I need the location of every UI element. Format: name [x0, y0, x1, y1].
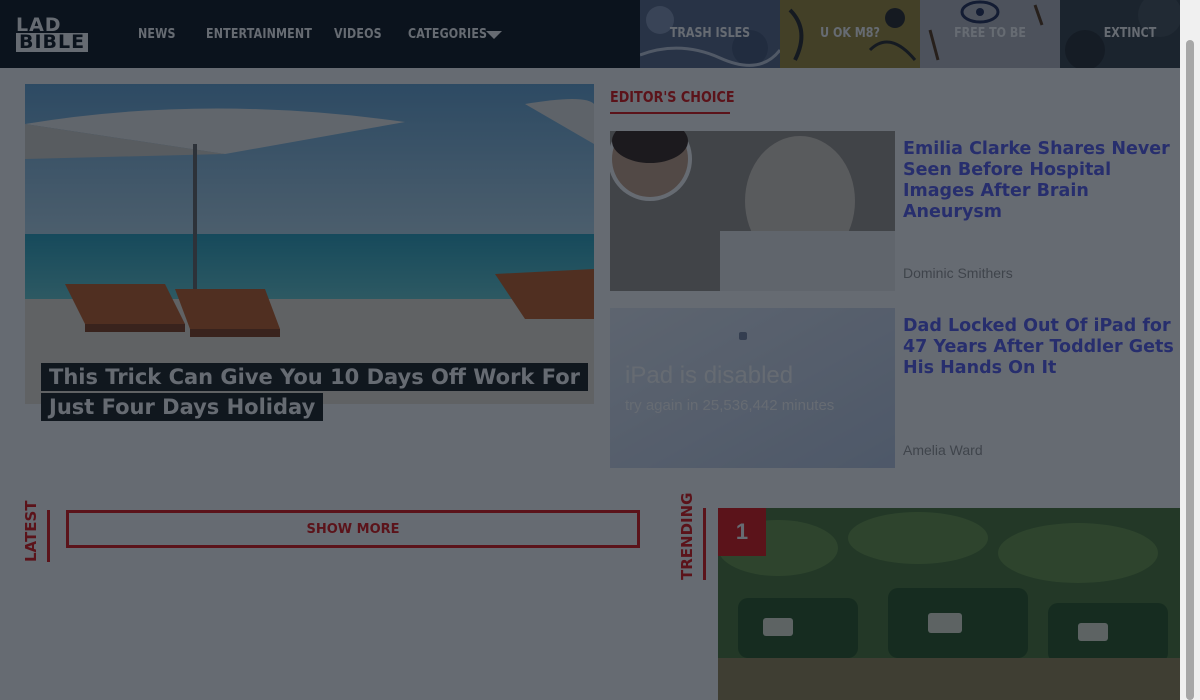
nav-videos[interactable]: VIDEOS: [334, 27, 382, 42]
article-thumbnail[interactable]: iPad is disabled try again in 25,536,442…: [610, 308, 895, 468]
campaign-tile-label: EXTINCT: [1103, 26, 1157, 41]
hospital-photo: [610, 131, 895, 291]
ipad-retry-text: try again in 25,536,442 minutes: [625, 397, 834, 414]
ipad-disabled-text: iPad is disabled: [625, 362, 793, 389]
editors-choice-underline: [610, 112, 730, 114]
ipad-screen-photo: iPad is disabled try again in 25,536,442…: [610, 308, 895, 468]
article-headline[interactable]: Emilia Clarke Shares Never Seen Before H…: [903, 139, 1183, 223]
logo-text-bottom: BIBLE: [16, 33, 89, 52]
campaign-tile-trash-isles[interactable]: TRASH ISLES: [640, 0, 780, 68]
trending-rank-badge: 1: [718, 508, 766, 556]
hero-headline[interactable]: This Trick Can Give You 10 Days Off Work…: [41, 362, 588, 422]
nav-categories[interactable]: CATEGORIES: [408, 27, 487, 42]
nav-entertainment[interactable]: ENTERTAINMENT: [206, 27, 312, 42]
scrollbar-thumb[interactable]: [1186, 40, 1194, 700]
article-author[interactable]: Dominic Smithers: [903, 265, 1013, 281]
trending-divider: [703, 508, 706, 580]
editors-choice-heading: EDITOR'S CHOICE: [610, 88, 735, 106]
campaign-tile-u-ok-m8[interactable]: U OK M8?: [780, 0, 920, 68]
editors-choice-card[interactable]: Emilia Clarke Shares Never Seen Before H…: [610, 131, 1180, 291]
site-header: LAD BIBLE NEWS ENTERTAINMENT VIDEOS CATE…: [0, 0, 1200, 68]
campaign-tile-label: TRASH ISLES: [669, 26, 751, 41]
vegetables-photo: [718, 508, 1180, 700]
nav-news[interactable]: NEWS: [138, 27, 176, 42]
ladbible-logo[interactable]: LAD BIBLE: [16, 14, 90, 52]
campaign-tile-label: U OK M8?: [820, 26, 880, 41]
page: LAD BIBLE NEWS ENTERTAINMENT VIDEOS CATE…: [0, 0, 1200, 700]
article-author[interactable]: Amelia Ward: [903, 442, 983, 458]
beach-photo: [25, 84, 594, 404]
editors-choice-card[interactable]: iPad is disabled try again in 25,536,442…: [610, 308, 1180, 468]
campaign-tile-extinct[interactable]: EXTINCT: [1060, 0, 1200, 68]
campaign-tile-label: FREE TO BE: [954, 26, 1026, 41]
latest-heading: LATEST: [22, 500, 40, 562]
chevron-down-icon[interactable]: [486, 31, 502, 39]
campaign-tile-free-to-be[interactable]: FREE TO BE: [920, 0, 1060, 68]
trending-heading: TRENDING: [678, 492, 696, 580]
article-thumbnail[interactable]: [610, 131, 895, 291]
latest-divider: [47, 510, 50, 562]
hero-image[interactable]: [25, 84, 594, 404]
article-headline[interactable]: Dad Locked Out Of iPad for 47 Years Afte…: [903, 316, 1183, 379]
show-more-button[interactable]: SHOW MORE: [66, 510, 640, 548]
trending-article-image[interactable]: [718, 508, 1180, 700]
